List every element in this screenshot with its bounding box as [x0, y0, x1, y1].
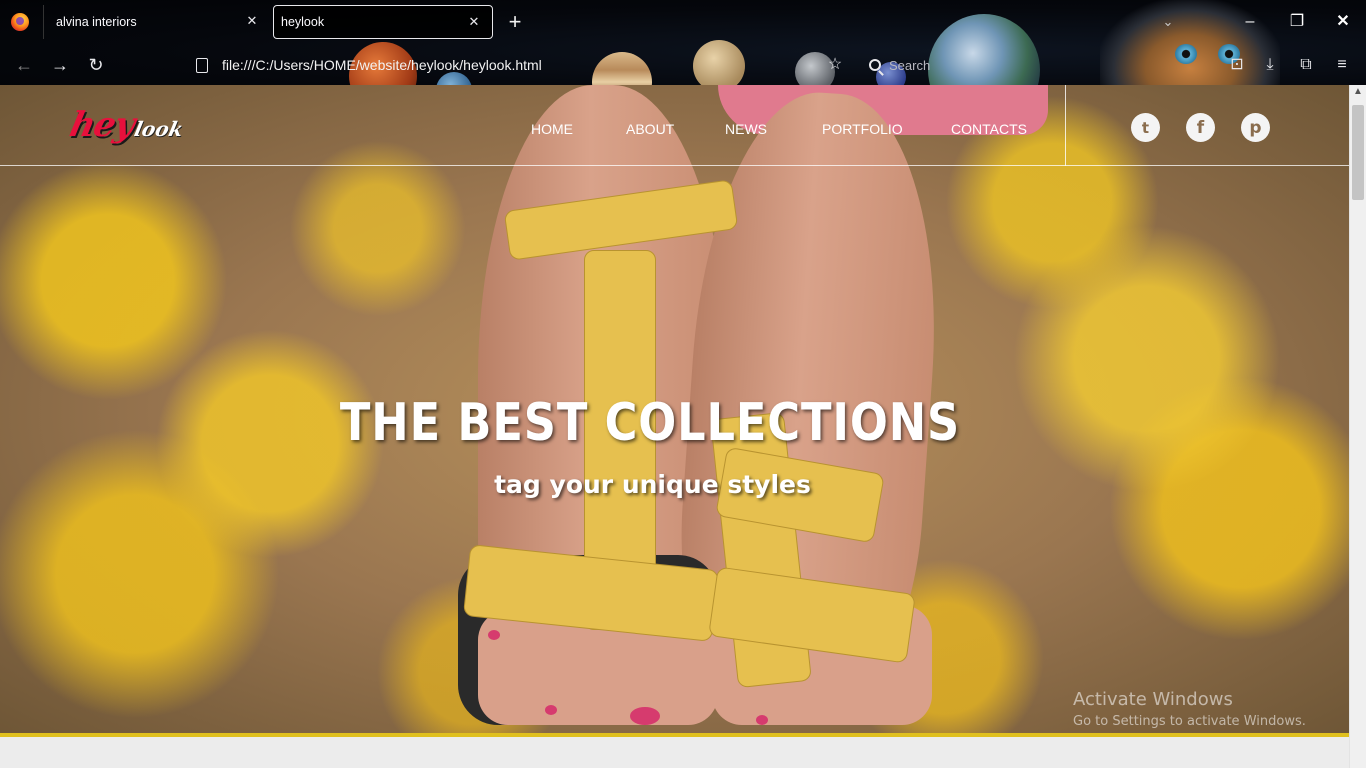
reload-icon[interactable]: ↻	[83, 52, 109, 78]
hero-section: hey look HOME ABOUT NEWS PORTFOLIO CONTA…	[0, 85, 1349, 737]
restore-icon[interactable]: ❐	[1285, 10, 1309, 34]
tab-label: alvina interiors	[56, 15, 137, 29]
site-header: hey look HOME ABOUT NEWS PORTFOLIO CONTA…	[0, 85, 1349, 166]
url-text[interactable]: file:///C:/Users/HOME/website/heylook/he…	[222, 57, 542, 73]
puzzle-extensions-icon[interactable]: ⧉	[1295, 54, 1317, 76]
toenail	[488, 630, 500, 640]
hero-bottom-accent	[0, 733, 1349, 737]
forward-arrow-right-icon[interactable]: →	[47, 52, 73, 78]
logo-hey-text: hey	[66, 105, 138, 145]
toenail	[630, 707, 660, 725]
page-viewport: hey look HOME ABOUT NEWS PORTFOLIO CONTA…	[0, 85, 1349, 768]
nav-portfolio[interactable]: PORTFOLIO	[822, 121, 903, 137]
tab-heylook[interactable]: heylook ✕	[273, 5, 493, 39]
search-icon	[869, 59, 881, 71]
windows-activation-watermark: Activate Windows Go to Settings to activ…	[1073, 689, 1306, 729]
back-arrow-left-icon[interactable]: ←	[11, 52, 37, 78]
minimize-icon[interactable]: –	[1238, 10, 1262, 34]
facebook-glyph: f	[1196, 117, 1205, 138]
close-icon[interactable]: ✕	[244, 13, 260, 29]
search-box[interactable]: Search	[869, 52, 930, 78]
logo-look-text: look	[132, 117, 186, 141]
tab-list-chevron-down-icon[interactable]: ⌄	[1156, 10, 1180, 34]
star-bookmark-icon[interactable]: ☆	[824, 54, 846, 76]
tab-alvina-interiors[interactable]: alvina interiors ✕	[43, 5, 270, 39]
twitter-glyph: t	[1141, 118, 1150, 137]
new-tab-plus-icon[interactable]: +	[505, 10, 525, 34]
watermark-line-2: Go to Settings to activate Windows.	[1073, 714, 1306, 729]
scrollbar-thumb[interactable]	[1352, 105, 1364, 200]
facebook-icon[interactable]: f	[1186, 113, 1215, 142]
header-divider	[1065, 85, 1066, 166]
browser-chrome: alvina interiors ✕ heylook ✕ + ⌄ – ❐ ✕ ←…	[0, 0, 1366, 85]
url-bar[interactable]: file:///C:/Users/HOME/website/heylook/he…	[196, 52, 542, 78]
hero-subtitle: tag your unique styles	[494, 470, 811, 499]
download-icon[interactable]: ⤓	[1259, 54, 1281, 76]
firefox-logo-icon[interactable]	[11, 13, 29, 31]
watermark-line-1: Activate Windows	[1073, 689, 1233, 710]
nav-home[interactable]: HOME	[531, 121, 573, 137]
hamburger-menu-icon[interactable]: ≡	[1331, 54, 1353, 76]
search-placeholder[interactable]: Search	[889, 58, 930, 73]
tab-label: heylook	[281, 15, 325, 29]
pinterest-glyph: p	[1249, 117, 1262, 138]
hero-title: THE BEST COLLECTIONS	[339, 393, 961, 453]
close-icon[interactable]: ✕	[466, 14, 482, 30]
toenail	[756, 715, 768, 725]
vertical-scrollbar[interactable]: ▲	[1349, 85, 1366, 768]
nav-news[interactable]: NEWS	[725, 121, 767, 137]
pinterest-icon[interactable]: p	[1241, 113, 1270, 142]
nav-contacts[interactable]: CONTACTS	[951, 121, 1027, 137]
scroll-up-arrow-icon[interactable]: ▲	[1353, 87, 1363, 97]
window-close-icon[interactable]: ✕	[1331, 10, 1355, 34]
twitter-icon[interactable]: t	[1131, 113, 1160, 142]
toenail	[545, 705, 557, 715]
tab-bar: alvina interiors ✕ heylook ✕ + ⌄ – ❐ ✕	[0, 0, 1366, 44]
site-logo[interactable]: hey look	[65, 105, 188, 149]
page-file-icon	[196, 57, 208, 73]
pocket-icon[interactable]: ⊡	[1226, 54, 1248, 76]
nav-about[interactable]: ABOUT	[626, 121, 674, 137]
